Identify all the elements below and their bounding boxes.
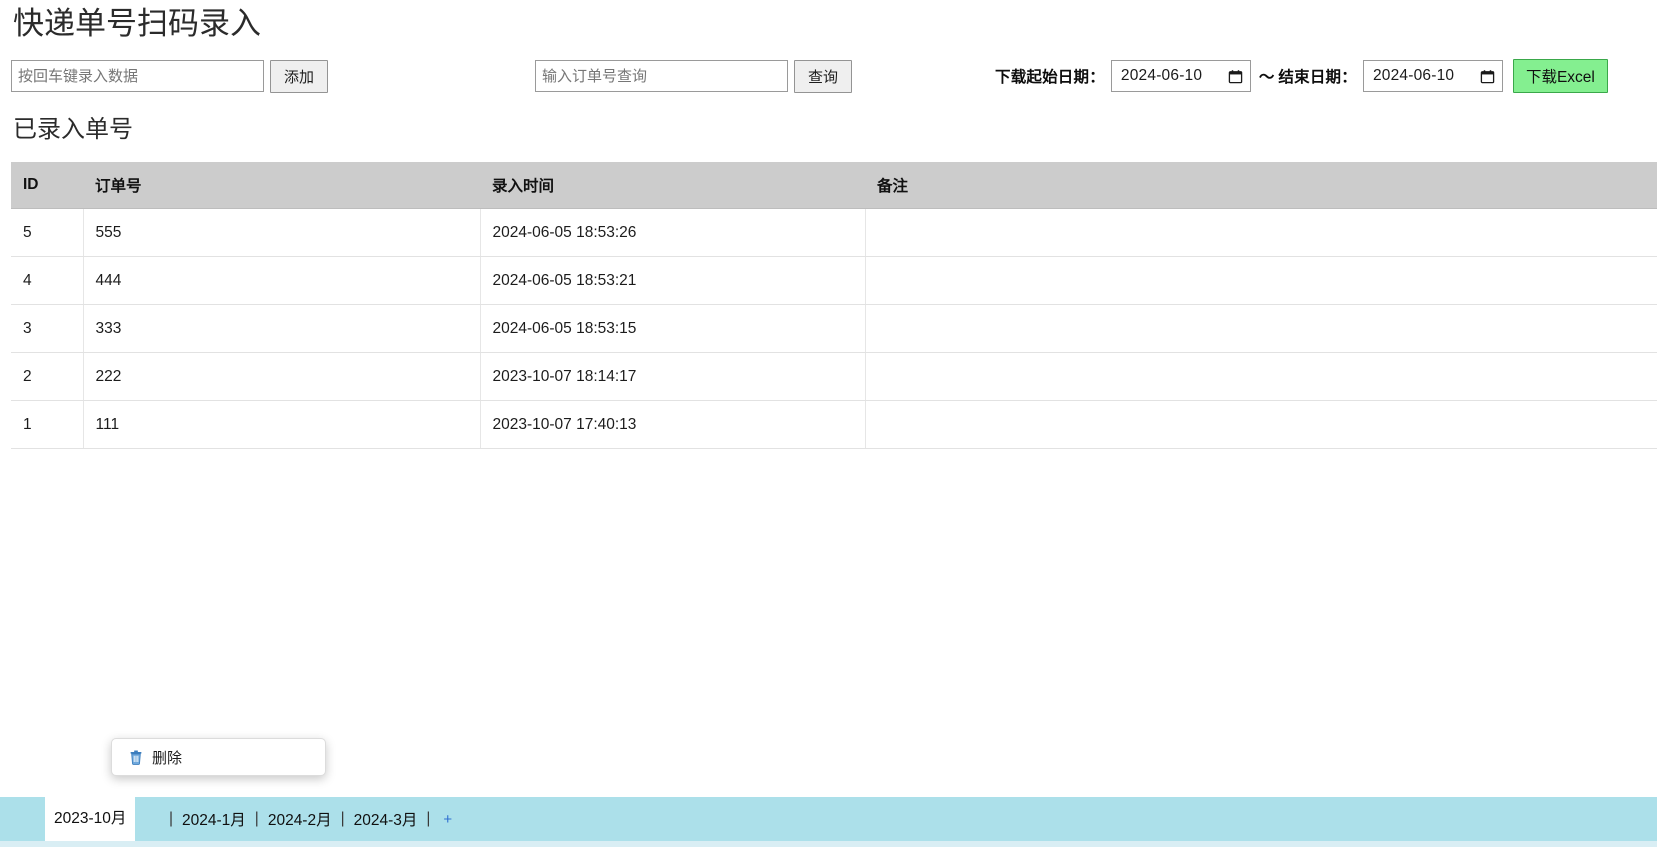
cell-id: 2 — [11, 352, 84, 401]
calendar-icon[interactable] — [1228, 69, 1243, 84]
end-date-field[interactable]: 2024-06-10 — [1362, 60, 1503, 92]
cell-time: 2023-10-07 17:40:13 — [480, 400, 866, 449]
tab-2024-3[interactable]: 2024-3月 — [354, 808, 418, 830]
add-button[interactable]: 添加 — [270, 59, 329, 93]
table-row[interactable]: 5 555 2024-06-05 18:53:26 — [11, 208, 1657, 257]
trash-icon — [130, 749, 142, 765]
cell-id: 3 — [11, 304, 84, 353]
tab-separator: | — [254, 810, 259, 827]
end-date-label: 结束日期： — [1278, 69, 1357, 86]
download-excel-button[interactable]: 下载Excel — [1512, 59, 1608, 93]
table-body: 5 555 2024-06-05 18:53:26 4 444 2024-06-… — [11, 208, 1657, 449]
table-header-row: ID 订单号 录入时间 备注 — [11, 162, 1657, 209]
records-table-wrapper: ID 订单号 录入时间 备注 5 555 2024-06-05 18:53:26… — [11, 162, 1657, 449]
cell-order-no: 222 — [83, 352, 481, 401]
query-group: 查询 — [535, 58, 853, 94]
download-group: 下载起始日期： 2024-06-10 ～ 结束日期： 2024-06-10 下载… — [995, 58, 1608, 94]
tab-separator: | — [426, 810, 431, 827]
order-query-input[interactable] — [535, 60, 788, 92]
cell-order-no: 333 — [83, 304, 481, 353]
calendar-icon[interactable] — [1480, 69, 1495, 84]
cell-order-no: 555 — [83, 208, 481, 257]
cell-id: 1 — [11, 400, 84, 449]
column-header-order-no: 订单号 — [83, 162, 480, 209]
cell-order-no: 111 — [83, 400, 481, 449]
cell-time: 2024-06-05 18:53:15 — [480, 304, 866, 353]
section-heading: 已录入单号 — [13, 116, 133, 143]
cell-time: 2023-10-07 18:14:17 — [480, 352, 866, 401]
toolbar: 添加 查询 下载起始日期： 2024-06-10 — [0, 58, 1657, 98]
end-date-value: 2024-06-10 — [1372, 67, 1455, 84]
month-tabbar: 2023-10月 | 2024-1月 | 2024-2月 | 2024-3月 |… — [0, 792, 1657, 847]
column-header-remark: 备注 — [865, 162, 1657, 209]
query-button[interactable]: 查询 — [794, 59, 853, 93]
tab-separator: | — [340, 810, 345, 827]
start-date-value: 2024-06-10 — [1120, 67, 1203, 84]
column-header-time: 录入时间 — [480, 162, 865, 209]
tab-2024-2[interactable]: 2024-2月 — [268, 808, 332, 830]
cell-remark — [865, 400, 1657, 449]
tab-active-label: 2023-10月 — [54, 809, 127, 827]
tab-list: | 2024-1月 | 2024-2月 | 2024-3月 | + — [160, 797, 452, 841]
entry-group: 添加 — [11, 58, 329, 94]
add-tab-button[interactable]: + — [443, 811, 452, 828]
column-header-id: ID — [11, 162, 83, 209]
tab-2023-10[interactable]: 2023-10月 — [45, 792, 136, 841]
scan-entry-input[interactable] — [11, 60, 264, 92]
cell-remark — [865, 304, 1657, 353]
table-row[interactable]: 3 333 2024-06-05 18:53:15 — [11, 304, 1657, 353]
context-menu-delete-label: 删除 — [152, 749, 183, 767]
table-row[interactable]: 4 444 2024-06-05 18:53:21 — [11, 256, 1657, 305]
tab-separator: | — [169, 810, 174, 827]
cell-remark — [865, 352, 1657, 401]
cell-id: 5 — [11, 208, 84, 257]
context-menu-item-delete[interactable]: 删除 — [129, 747, 182, 768]
cell-order-no: 444 — [83, 256, 481, 305]
table-row[interactable]: 2 222 2023-10-07 18:14:17 — [11, 352, 1657, 401]
page-title: 快递单号扫码录入 — [13, 6, 261, 41]
tab-context-menu: 删除 — [111, 738, 326, 776]
table-row[interactable]: 1 111 2023-10-07 17:40:13 — [11, 400, 1657, 449]
tab-2024-1[interactable]: 2024-1月 — [182, 808, 246, 830]
records-table: ID 订单号 录入时间 备注 5 555 2024-06-05 18:53:26… — [11, 162, 1657, 449]
start-date-label: 下载起始日期： — [995, 69, 1105, 86]
cell-remark — [865, 208, 1657, 257]
cell-remark — [865, 256, 1657, 305]
cell-id: 4 — [11, 256, 84, 305]
date-range-separator: ～ — [1258, 69, 1275, 86]
start-date-field[interactable]: 2024-06-10 — [1110, 60, 1251, 92]
cell-time: 2024-06-05 18:53:21 — [480, 256, 866, 305]
app-root: 快递单号扫码录入 添加 查询 下载起始日期： 2024-06-10 — [0, 0, 1657, 847]
table-head: ID 订单号 录入时间 备注 — [11, 162, 1657, 209]
cell-time: 2024-06-05 18:53:26 — [480, 208, 866, 257]
